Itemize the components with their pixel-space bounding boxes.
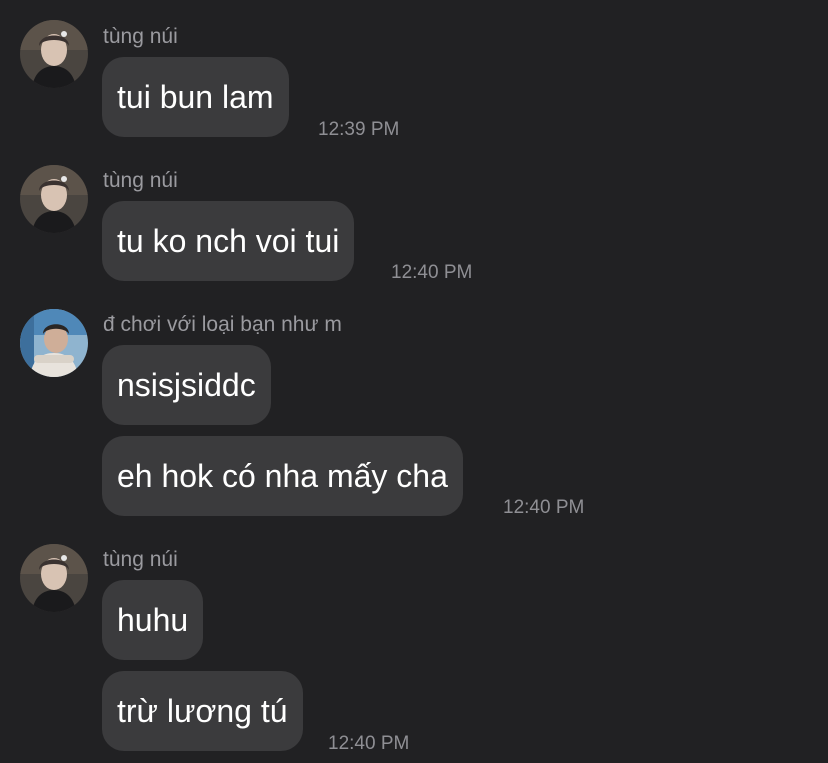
- message-bubble[interactable]: tu ko nch voi tui: [102, 201, 355, 281]
- message-bubble[interactable]: eh hok có nha mấy cha: [102, 436, 463, 516]
- message-bubble[interactable]: tui bun lam: [102, 57, 289, 137]
- user-avatar-icon: [20, 165, 88, 233]
- message-timestamp: 12:40 PM: [503, 497, 585, 518]
- avatar[interactable]: [20, 309, 88, 377]
- message-timestamp: 12:40 PM: [328, 733, 410, 754]
- message-bubble[interactable]: nsisjsiddc: [102, 345, 271, 425]
- sender-name: tùng núi: [103, 25, 178, 48]
- sender-name: tùng núi: [103, 548, 178, 571]
- message-timestamp: 12:39 PM: [318, 119, 400, 140]
- user-avatar-icon: [20, 309, 88, 377]
- user-avatar-icon: [20, 20, 88, 88]
- avatar[interactable]: [20, 544, 88, 612]
- sender-name: đ chơi với loại bạn như m: [103, 313, 342, 336]
- message-timestamp: 12:40 PM: [391, 262, 473, 283]
- avatar[interactable]: [20, 165, 88, 233]
- sender-name: tùng núi: [103, 169, 178, 192]
- message-bubble[interactable]: huhu: [102, 580, 204, 660]
- avatar[interactable]: [20, 20, 88, 88]
- message-bubble[interactable]: trừ lương tú: [102, 671, 303, 751]
- user-avatar-icon: [20, 544, 88, 612]
